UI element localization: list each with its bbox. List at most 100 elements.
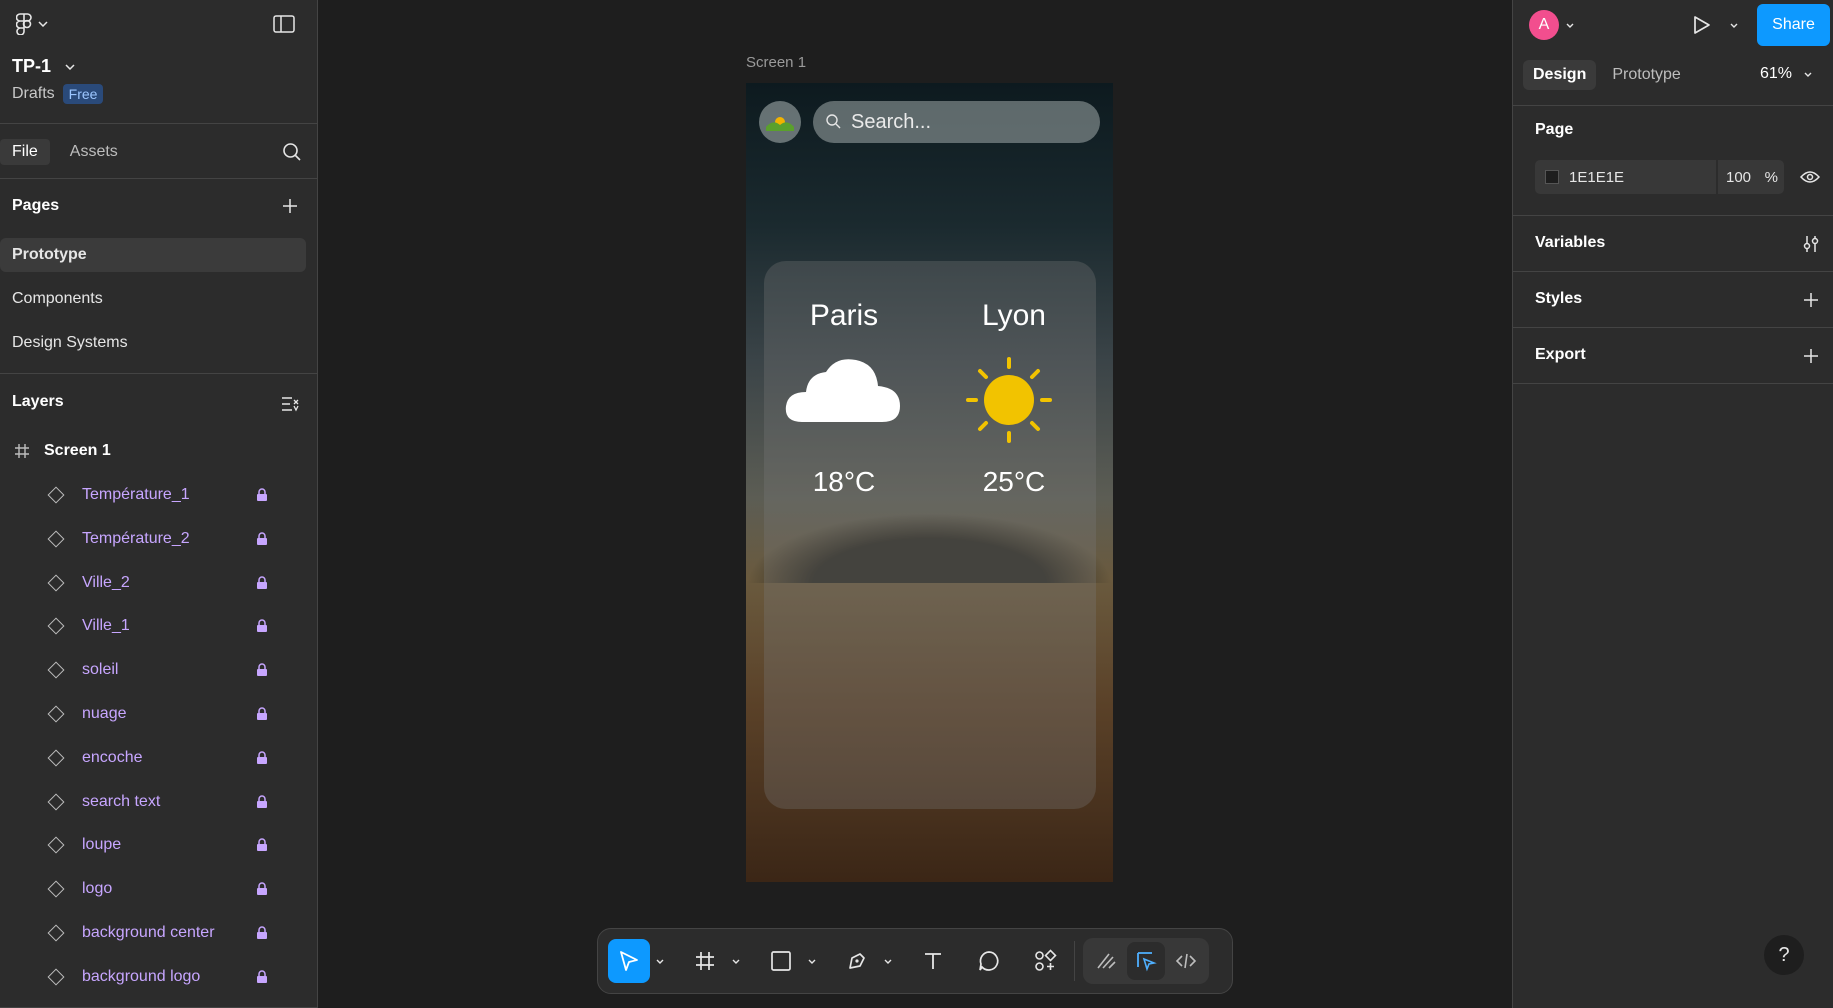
lock-icon[interactable] [256,970,268,984]
layer-item[interactable]: background logo [0,958,318,996]
search-bar[interactable]: Search... [813,101,1100,143]
component-instance-icon [47,705,65,723]
tab-assets[interactable]: Assets [58,139,130,165]
frame-label[interactable]: Screen 1 [746,54,806,71]
draw-icon [1097,953,1116,969]
layer-item[interactable]: Température_1 [0,476,318,514]
file-title[interactable]: TP-1 [12,56,75,77]
variables-button[interactable] [1799,232,1823,256]
lock-icon[interactable] [256,882,268,896]
component-instance-icon [47,924,65,942]
toggle-visibility-button[interactable] [1797,166,1823,188]
layer-item[interactable]: background center [0,914,318,952]
search-layers-button[interactable] [280,140,304,164]
weather-card[interactable]: Paris Lyon 18°C 25°C [764,261,1096,809]
layer-item[interactable]: logo [0,870,318,908]
logo[interactable] [759,101,801,143]
temperature-2[interactable]: 25°C [944,466,1084,498]
frame-tool-menu[interactable] [726,939,746,983]
layer-item[interactable]: nuage [0,695,318,733]
add-export-button[interactable] [1799,344,1823,368]
page-item-design-systems[interactable]: Design Systems [0,326,306,360]
plus-icon [283,199,297,213]
layer-item[interactable]: Ville_2 [0,564,318,602]
component-instance-icon [47,617,65,635]
lock-icon[interactable] [256,619,268,633]
figma-menu-button[interactable] [12,12,52,36]
sun-icon[interactable] [966,357,1052,443]
layer-item[interactable]: Ville_1 [0,607,318,645]
lock-icon[interactable] [256,663,268,677]
share-button[interactable]: Share [1757,4,1830,46]
frame-tool-button[interactable] [684,939,726,983]
help-button[interactable]: ? [1764,935,1804,975]
frame-screen-1[interactable]: Search... Paris Lyon 18°C 25°C [746,83,1113,882]
avatar-menu[interactable] [1563,18,1577,32]
component-instance-icon [47,574,65,592]
pen-tool-button[interactable] [836,939,878,983]
lock-icon[interactable] [256,751,268,765]
temperature-1[interactable]: 18°C [774,466,914,498]
frame-layer-label: Screen 1 [44,442,111,459]
layer-name: soleil [82,661,119,679]
layer-name: background center [82,924,215,941]
layers-options-button[interactable] [278,392,302,416]
layer-item[interactable]: soleil [0,651,318,689]
lock-icon[interactable] [256,532,268,546]
zoom-control[interactable]: 61% [1760,65,1812,83]
page-item-components[interactable]: Components [0,282,306,316]
layer-item[interactable]: search text [0,783,318,821]
color-swatch[interactable] [1545,170,1559,184]
add-page-button[interactable] [278,194,302,218]
text-tool-button[interactable] [912,939,954,983]
code-icon [1175,953,1197,969]
sliders-icon [1803,236,1819,252]
draw-mode-button[interactable] [1087,942,1125,980]
drafts-label[interactable]: Drafts [12,85,55,103]
move-tool-menu[interactable] [650,939,670,983]
component-instance-icon [47,968,65,986]
page-color-value: 1E1E1E [1569,168,1625,186]
pen-tool-menu[interactable] [878,939,898,983]
tab-file[interactable]: File [0,139,50,165]
page-section-title: Page [1535,121,1574,138]
lock-icon[interactable] [256,575,268,590]
lock-icon[interactable] [256,794,268,809]
lock-icon[interactable] [256,926,268,940]
layer-item[interactable]: loupe [0,826,318,864]
search-icon [826,114,841,129]
layer-name: encoche [82,748,143,766]
lock-icon[interactable] [256,488,268,502]
lock-icon[interactable] [256,838,268,852]
layer-item[interactable]: Température_2 [0,520,318,558]
tab-design[interactable]: Design [1523,60,1597,90]
layer-item[interactable]: encoche [0,739,318,777]
dev-mode-button[interactable] [1167,942,1205,980]
divider [1513,215,1833,216]
design-mode-button[interactable] [1127,942,1165,980]
present-menu[interactable] [1727,18,1741,32]
list-collapse-icon [282,397,299,412]
present-button[interactable] [1689,12,1715,38]
add-style-button[interactable] [1799,288,1823,312]
city-1[interactable]: Paris [774,299,914,333]
move-tool-button[interactable] [608,939,650,983]
lock-icon[interactable] [256,707,268,721]
chevron-down-icon [656,959,664,964]
comment-tool-button[interactable] [968,939,1010,983]
city-2[interactable]: Lyon [944,299,1084,333]
page-color-field[interactable]: 1E1E1E [1535,160,1716,194]
shape-tool-menu[interactable] [802,939,822,983]
page-item-prototype[interactable]: Prototype [0,238,306,272]
page-opacity-field[interactable]: 100 % [1718,160,1784,194]
bottom-toolbar [597,928,1233,994]
frame-icon [15,444,29,458]
layer-frame-screen-1[interactable]: Screen 1 [0,432,318,470]
tab-prototype[interactable]: Prototype [1602,60,1690,90]
avatar[interactable]: A [1529,10,1559,40]
toggle-sidebar-button[interactable] [270,12,298,36]
cloud-icon[interactable] [784,356,902,424]
plan-badge[interactable]: Free [62,84,104,104]
actions-button[interactable] [1024,939,1066,983]
rectangle-tool-button[interactable] [760,939,802,983]
